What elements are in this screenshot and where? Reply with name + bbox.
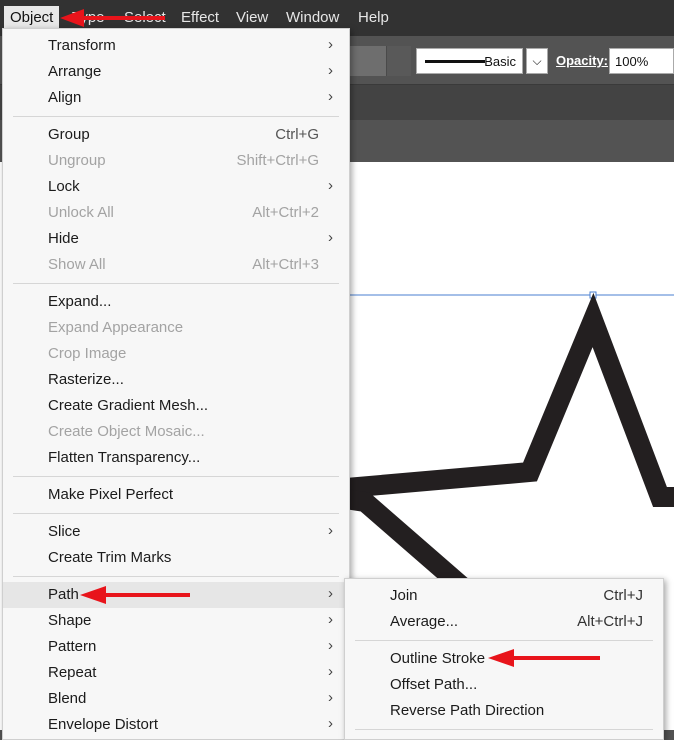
brush-definition-dropdown[interactable]: Basic <box>416 48 523 74</box>
chevron-right-icon: › <box>328 663 333 680</box>
menu-separator <box>13 476 339 477</box>
menu-object[interactable]: Object <box>4 6 60 29</box>
star-stroke-upper <box>299 292 674 507</box>
menu-view[interactable]: View <box>236 9 268 26</box>
menu-window[interactable]: Window <box>286 9 339 26</box>
chevron-right-icon: › <box>328 715 333 732</box>
menu-help[interactable]: Help <box>358 9 389 26</box>
menu-item-outline-stroke[interactable]: Outline Stroke <box>345 646 663 672</box>
chevron-down-icon[interactable]: ⌵ <box>526 48 548 74</box>
chevron-right-icon: › <box>328 229 333 246</box>
menu-item-hide[interactable]: Hide › <box>3 226 349 252</box>
menu-item-slice[interactable]: Slice › <box>3 519 349 545</box>
menu-item-expand[interactable]: Expand... <box>3 289 349 315</box>
menu-item-crop-image[interactable]: Crop Image <box>3 341 349 367</box>
menu-item-rasterize[interactable]: Rasterize... <box>3 367 349 393</box>
menu-separator <box>13 283 339 284</box>
menu-item-object-mosaic[interactable]: Create Object Mosaic... <box>3 419 349 445</box>
menu-item-reverse-path-direction[interactable]: Reverse Path Direction <box>345 698 663 724</box>
menu-item-unlock-all[interactable]: Unlock All Alt+Ctrl+2 <box>3 200 349 226</box>
chevron-right-icon: › <box>328 88 333 105</box>
menu-item-pixel-perfect[interactable]: Make Pixel Perfect <box>3 482 349 508</box>
menu-item-arrange[interactable]: Arrange › <box>3 59 349 85</box>
menu-item-flatten-transparency[interactable]: Flatten Transparency... <box>3 445 349 471</box>
menu-item-gradient-mesh[interactable]: Create Gradient Mesh... <box>3 393 349 419</box>
stroke-preview <box>425 60 485 63</box>
chevron-right-icon: › <box>328 177 333 194</box>
menu-item-blend[interactable]: Blend › <box>3 686 349 712</box>
menu-item-join[interactable]: Join Ctrl+J <box>345 583 663 609</box>
brush-label: Basic <box>484 54 516 69</box>
menu-item-transform[interactable]: Transform › <box>3 33 349 59</box>
menu-separator <box>13 513 339 514</box>
chevron-right-icon: › <box>328 36 333 53</box>
menu-item-trim-marks[interactable]: Create Trim Marks <box>3 545 349 571</box>
menu-item-offset-path[interactable]: Offset Path... <box>345 672 663 698</box>
menu-item-group[interactable]: Group Ctrl+G <box>3 122 349 148</box>
menu-separator <box>13 576 339 577</box>
chevron-right-icon: › <box>328 62 333 79</box>
chevron-right-icon: › <box>328 522 333 539</box>
chevron-right-icon: › <box>328 689 333 706</box>
menu-item-envelope-distort[interactable]: Envelope Distort › <box>3 712 349 738</box>
menu-item-expand-appearance[interactable]: Expand Appearance <box>3 315 349 341</box>
menu-item-show-all[interactable]: Show All Alt+Ctrl+3 <box>3 252 349 278</box>
menu-item-align[interactable]: Align › <box>3 85 349 111</box>
menu-separator <box>13 116 339 117</box>
chevron-right-icon: › <box>328 611 333 628</box>
menu-select[interactable]: Select <box>124 9 166 26</box>
opacity-input[interactable]: 100% <box>609 48 674 74</box>
object-menu: Transform › Arrange › Align › Group Ctrl… <box>2 28 350 740</box>
stroke-weight-dropdown[interactable] <box>386 46 411 76</box>
chevron-right-icon: › <box>328 585 333 602</box>
path-submenu: Join Ctrl+J Average... Alt+Ctrl+J Outlin… <box>344 578 664 740</box>
menu-item-pattern[interactable]: Pattern › <box>3 634 349 660</box>
opacity-label[interactable]: Opacity: <box>556 53 608 68</box>
menu-effect[interactable]: Effect <box>181 9 219 26</box>
menu-item-ungroup[interactable]: Ungroup Shift+Ctrl+G <box>3 148 349 174</box>
menu-item-shape[interactable]: Shape › <box>3 608 349 634</box>
menu-item-path[interactable]: Path › <box>3 582 349 608</box>
menu-item-repeat[interactable]: Repeat › <box>3 660 349 686</box>
chevron-right-icon: › <box>328 637 333 654</box>
menu-type[interactable]: Type <box>72 9 105 26</box>
menu-separator <box>355 640 653 641</box>
menu-item-average[interactable]: Average... Alt+Ctrl+J <box>345 609 663 635</box>
menu-item-lock[interactable]: Lock › <box>3 174 349 200</box>
